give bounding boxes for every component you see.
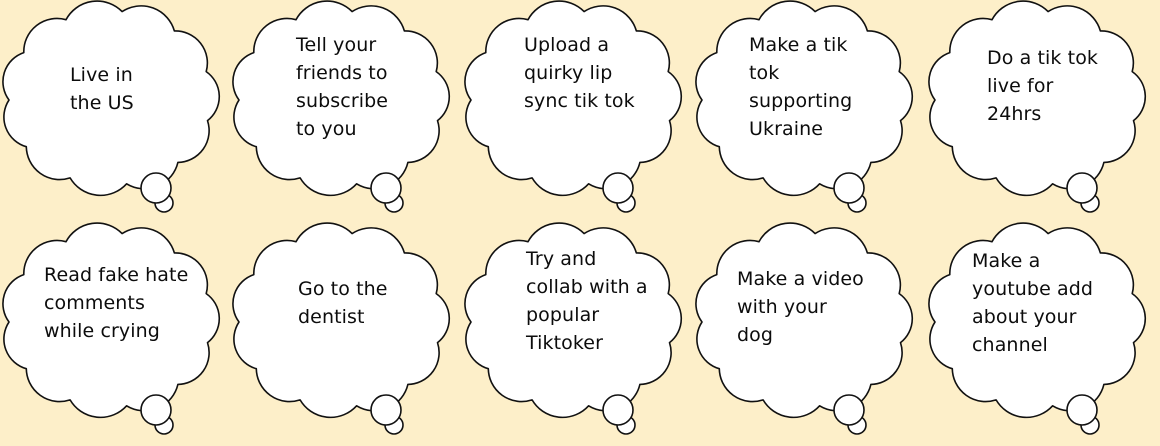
bubble-text: Do a tik tok live for 24hrs [987, 47, 1099, 125]
thought-bubble-7: Go to the dentist [232, 222, 460, 443]
thought-bubble-5: Do a tik tok live for 24hrs [928, 0, 1156, 221]
thought-dot-large [602, 394, 634, 426]
thought-dot-large [1066, 172, 1098, 204]
thought-bubble-10: Make a youtube add about your channel [928, 222, 1156, 443]
bubble-text: Try and collab with a popular Tiktoker [526, 248, 648, 354]
bubble-text: Make a video with your dog [737, 268, 864, 346]
thought-dot-large [833, 394, 865, 426]
thought-dot-large [140, 172, 172, 204]
thought-bubble-9: Make a video with your dog [695, 222, 923, 443]
thought-dot-large [370, 394, 402, 426]
bubble-text: Make a youtube add about your channel [972, 250, 1094, 356]
thought-bubble-1: Live in the US [2, 0, 230, 221]
thought-dot-large [140, 394, 172, 426]
thought-dot-large [602, 172, 634, 204]
bubble-text: Upload a quirky lip sync tik tok [524, 34, 635, 112]
thought-bubble-board: Live in the US Tell your friends to subs… [0, 0, 1160, 446]
thought-dot-large [833, 172, 865, 204]
thought-bubble-2: Tell your friends to subscribe to you [232, 0, 460, 221]
bubble-text: Tell your friends to subscribe to you [296, 34, 389, 140]
bubble-text: Make a tik tok supporting Ukraine [749, 34, 853, 140]
thought-bubble-6: Read fake hate comments while crying [2, 222, 230, 443]
bubble-text: Live in the US [70, 64, 134, 114]
bubble-text: Read fake hate comments while crying [44, 264, 189, 342]
cloud-outline [232, 222, 451, 435]
thought-dot-large [370, 172, 402, 204]
thought-bubble-3: Upload a quirky lip sync tik tok [464, 0, 692, 221]
thought-bubble-8: Try and collab with a popular Tiktoker [464, 222, 692, 443]
thought-dot-large [1066, 394, 1098, 426]
thought-bubble-4: Make a tik tok supporting Ukraine [695, 0, 923, 221]
bubble-text: Go to the dentist [298, 278, 388, 328]
